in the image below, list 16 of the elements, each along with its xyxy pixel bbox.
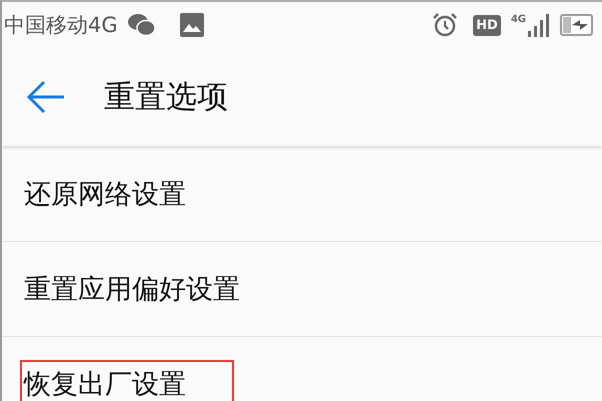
item-label: 重置应用偏好设置: [23, 273, 241, 307]
network-type-label: 4G: [510, 14, 526, 25]
item-label: 恢复出厂设置: [20, 360, 234, 401]
signal-icon: [528, 13, 550, 37]
chat-bubbles-icon: [128, 13, 156, 37]
battery-charging-icon: [560, 14, 594, 36]
back-arrow-icon[interactable]: [26, 79, 66, 115]
settings-item[interactable]: 恢复出厂设置: [2, 337, 602, 401]
alarm-clock-icon: [433, 13, 458, 37]
settings-item[interactable]: 重置应用偏好设置: [2, 242, 602, 337]
hd-badge: HD: [473, 14, 501, 36]
image-icon: [180, 13, 204, 37]
settings-item[interactable]: 还原网络设置: [2, 146, 602, 242]
page-title: 重置选项: [104, 78, 228, 117]
carrier-name: 中国移动4G: [4, 12, 118, 39]
item-label: 还原网络设置: [23, 178, 187, 212]
